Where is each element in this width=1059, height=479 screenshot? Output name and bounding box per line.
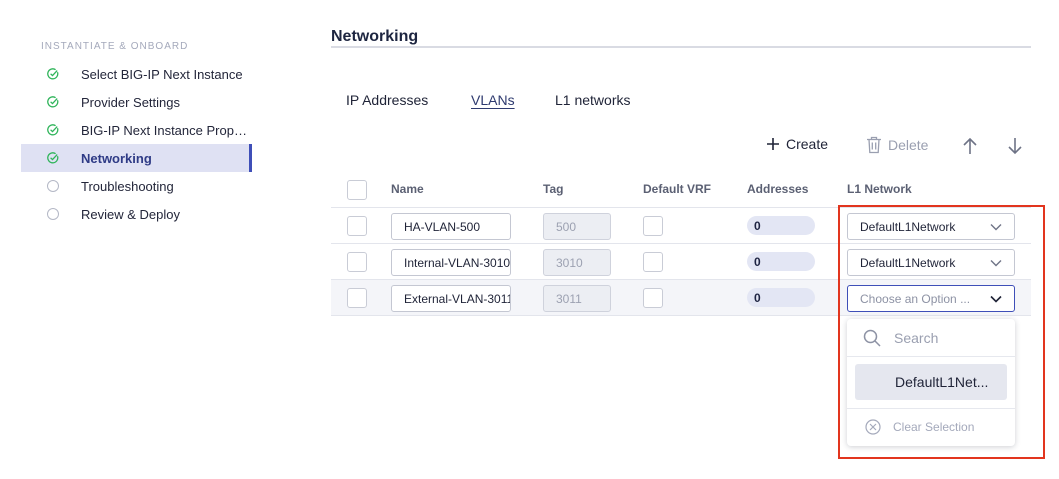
sidebar-step-instance-properties[interactable]: BIG-IP Next Instance Properties	[21, 116, 251, 144]
vlan-tag-field: 3010	[543, 249, 611, 276]
sidebar-step-label: Troubleshooting	[81, 178, 174, 194]
check-circle-icon	[47, 124, 59, 136]
column-header-addresses[interactable]: Addresses	[747, 182, 808, 196]
active-step-indicator	[249, 144, 252, 172]
vlan-name-input[interactable]: External-VLAN-3011	[391, 285, 511, 312]
vlan-tag-field: 3011	[543, 285, 611, 312]
sidebar-step-networking[interactable]: Networking	[21, 144, 252, 172]
sidebar-step-label: Provider Settings	[81, 94, 180, 110]
plus-icon	[767, 138, 779, 150]
vlan-name-input[interactable]: HA-VLAN-500	[391, 213, 511, 240]
arrow-up-icon[interactable]	[962, 137, 978, 155]
empty-circle-icon	[47, 208, 59, 220]
tab-ip-addresses[interactable]: IP Addresses	[346, 92, 428, 108]
sidebar-step-select-instance[interactable]: Select BIG-IP Next Instance	[21, 60, 250, 88]
column-header-default-vrf[interactable]: Default VRF	[643, 182, 711, 196]
sidebar-step-review-deploy[interactable]: Review & Deploy	[21, 200, 250, 228]
empty-circle-icon	[47, 180, 59, 192]
page-title: Networking	[331, 28, 419, 45]
delete-label: Delete	[888, 137, 929, 153]
row-checkbox[interactable]	[347, 216, 367, 236]
row-checkbox[interactable]	[347, 252, 367, 272]
sidebar-step-provider-settings[interactable]: Provider Settings	[21, 88, 250, 116]
delete-button[interactable]: Delete	[866, 136, 928, 154]
create-label: Create	[786, 136, 829, 152]
column-header-l1-network[interactable]: L1 Network	[847, 182, 912, 196]
vlan-name-input[interactable]: Internal-VLAN-3010	[391, 249, 511, 276]
column-header-name[interactable]: Name	[391, 182, 424, 196]
addresses-count-badge[interactable]: 0	[747, 288, 815, 307]
tab-l1-networks[interactable]: L1 networks	[555, 92, 630, 108]
sidebar-section-title: INSTANTIATE & ONBOARD	[41, 41, 189, 52]
check-circle-icon	[47, 96, 59, 108]
select-all-checkbox[interactable]	[347, 180, 367, 200]
title-divider	[331, 46, 1031, 48]
column-header-tag[interactable]: Tag	[543, 182, 563, 196]
default-vrf-checkbox[interactable]	[643, 252, 663, 272]
sidebar-step-label: BIG-IP Next Instance Properties	[81, 122, 251, 138]
arrow-down-icon[interactable]	[1007, 137, 1023, 155]
vlan-tag-field: 500	[543, 213, 611, 240]
default-vrf-checkbox[interactable]	[643, 288, 663, 308]
sidebar-step-label: Select BIG-IP Next Instance	[81, 66, 243, 82]
sidebar-step-troubleshooting[interactable]: Troubleshooting	[21, 172, 250, 200]
addresses-count-badge[interactable]: 0	[747, 252, 815, 271]
tab-vlans[interactable]: VLANs	[471, 92, 515, 108]
sidebar-step-label: Networking	[81, 150, 152, 166]
create-button[interactable]: Create	[766, 136, 828, 152]
sidebar-step-label: Review & Deploy	[81, 206, 180, 222]
row-checkbox[interactable]	[347, 288, 367, 308]
highlight-annotation-box	[838, 205, 1045, 459]
check-circle-icon	[47, 68, 59, 80]
default-vrf-checkbox[interactable]	[643, 216, 663, 236]
check-circle-icon	[47, 152, 59, 164]
trash-icon	[867, 136, 881, 154]
addresses-count-badge[interactable]: 0	[747, 216, 815, 235]
